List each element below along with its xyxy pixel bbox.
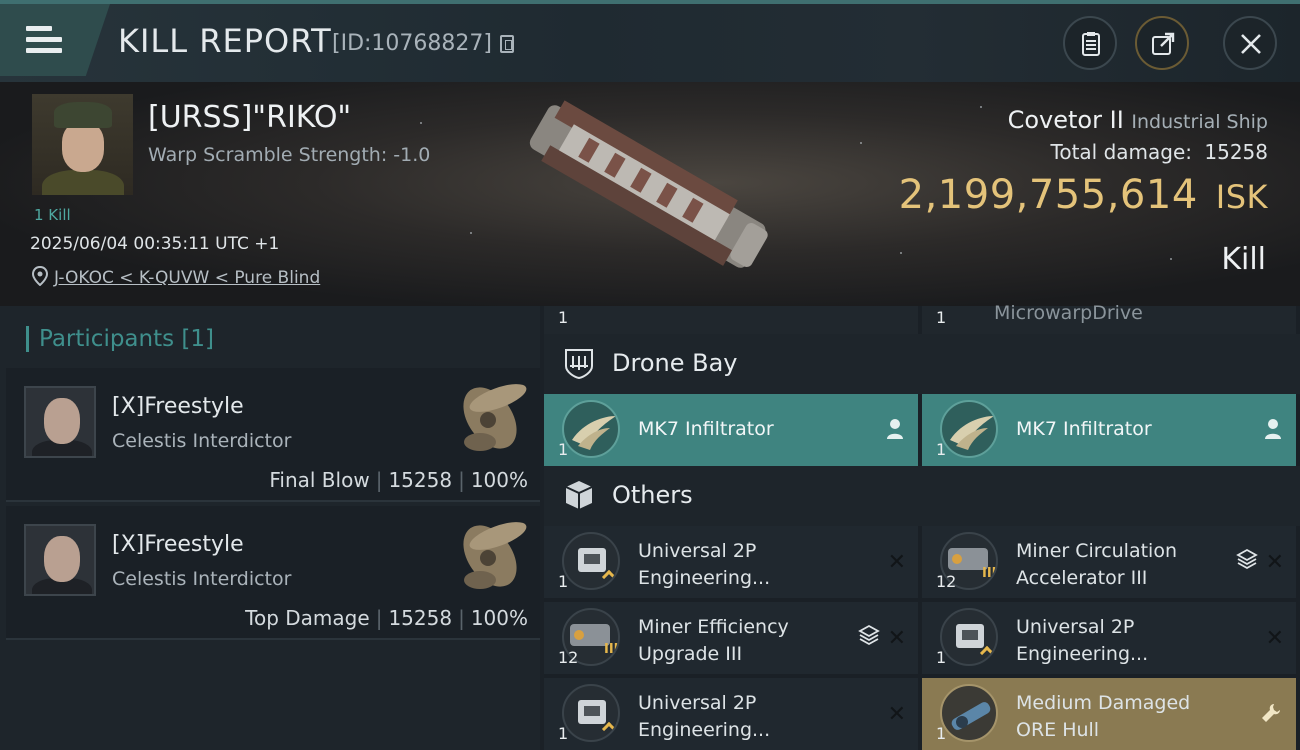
report-id: [ID:10768827] [332, 31, 492, 56]
menu-button[interactable] [0, 4, 110, 76]
victim-ship-image[interactable] [512, 94, 792, 284]
cargo-item[interactable]: 1 Universal 2P Engineering... ✕ [544, 526, 918, 598]
others-header: Others [544, 466, 1300, 526]
module-icon [940, 608, 998, 666]
isk-value: 2,199,755,614 ISK [898, 172, 1268, 218]
person-icon [1265, 419, 1281, 439]
participant-name: [X]Freestyle [112, 532, 244, 557]
stack-icon [1236, 548, 1258, 570]
clipboard-icon [1082, 32, 1100, 56]
drone-icon [562, 400, 620, 458]
high-slot-item[interactable]: 1 [544, 306, 918, 334]
share-icon [1152, 32, 1175, 55]
close-button[interactable] [1223, 16, 1277, 70]
top-accent-line [0, 0, 1300, 4]
victim-ship-name[interactable]: Covetor II Industrial Ship [1008, 106, 1268, 134]
participants-header[interactable]: Participants [1] [26, 326, 214, 352]
victim-avatar[interactable] [32, 94, 133, 195]
participant-ship: Celestis Interdictor [112, 430, 292, 452]
participant-ship: Celestis Interdictor [112, 568, 292, 590]
stack-icon [858, 624, 880, 646]
drone-item[interactable]: 1 MK7 Infiltrator [544, 394, 918, 466]
kill-datetime: 2025/06/04 00:35:11 UTC +1 [30, 234, 280, 254]
drone-icon [940, 400, 998, 458]
hamburger-icon [26, 26, 62, 54]
kill-type-label: Kill [1221, 242, 1266, 277]
high-slot-item[interactable]: 1 MicrowarpDrive [922, 302, 1296, 334]
module-icon [562, 684, 620, 742]
destroyed-icon: ✕ [887, 550, 906, 575]
destroyed-icon: ✕ [887, 702, 906, 727]
cargo-item[interactable]: 1 Universal 2P Engineering... ✕ [544, 678, 918, 750]
drone-bay-header: Drone Bay [544, 334, 1300, 394]
cargo-box-icon [565, 481, 593, 509]
participant-avatar [24, 524, 96, 596]
participant-avatar [24, 386, 96, 458]
location-pin-icon [32, 266, 48, 286]
victim-pilot-name[interactable]: [URSS]"RIKO" [148, 100, 351, 135]
close-icon [1241, 34, 1261, 54]
participant-ship-image [463, 522, 527, 589]
clipboard-button[interactable] [1063, 16, 1117, 70]
total-damage: Total damage: 15258 [1050, 140, 1268, 164]
kill-location-link[interactable]: J-OKOC < K-QUVW < Pure Blind [54, 268, 320, 288]
participant-card[interactable]: [X]Freestyle Celestis Interdictor Top Da… [6, 506, 540, 640]
hull-icon [940, 684, 998, 742]
destroyed-icon: ✕ [1265, 550, 1284, 575]
share-button[interactable] [1135, 16, 1189, 70]
victim-ship-class: Industrial Ship [1131, 111, 1268, 133]
page-title: KILL REPORT [118, 22, 332, 60]
wrench-icon [1262, 704, 1280, 722]
participant-stats: Top Damage | 15258 | 100% [245, 606, 528, 630]
participant-name: [X]Freestyle [112, 394, 244, 419]
cargo-item[interactable]: III 12 Miner Circulation Accelerator III … [922, 526, 1296, 598]
destroyed-icon: ✕ [1265, 626, 1284, 651]
cargo-item[interactable]: 1 Universal 2P Engineering... ✕ [922, 602, 1296, 674]
copy-icon[interactable] [500, 35, 514, 53]
drone-bay-icon [565, 349, 593, 380]
kill-count: 1 Kill [34, 206, 71, 224]
participant-ship-image [463, 384, 527, 451]
warp-scramble-strength: Warp Scramble Strength: -1.0 [148, 144, 431, 166]
person-icon [887, 419, 903, 439]
victim-banner: [URSS]"RIKO" Warp Scramble Strength: -1.… [0, 82, 1300, 306]
destroyed-icon: ✕ [887, 626, 906, 651]
cargo-item-dropped[interactable]: 1 Medium Damaged ORE Hull [922, 678, 1296, 750]
cargo-item[interactable]: III 12 Miner Efficiency Upgrade III ✕ [544, 602, 918, 674]
participant-stats: Final Blow | 15258 | 100% [269, 468, 528, 492]
drone-item[interactable]: 1 MK7 Infiltrator [922, 394, 1296, 466]
fitting-panel: 1 1 MicrowarpDrive Drone Bay 1 MK7 Infil… [544, 302, 1300, 750]
top-bar: KILL REPORT [ID:10768827] [0, 0, 1300, 82]
participant-card[interactable]: [X]Freestyle Celestis Interdictor Final … [6, 368, 540, 502]
participants-panel: Participants [1] [X]Freestyle Celestis I… [0, 306, 540, 750]
module-icon [562, 532, 620, 590]
